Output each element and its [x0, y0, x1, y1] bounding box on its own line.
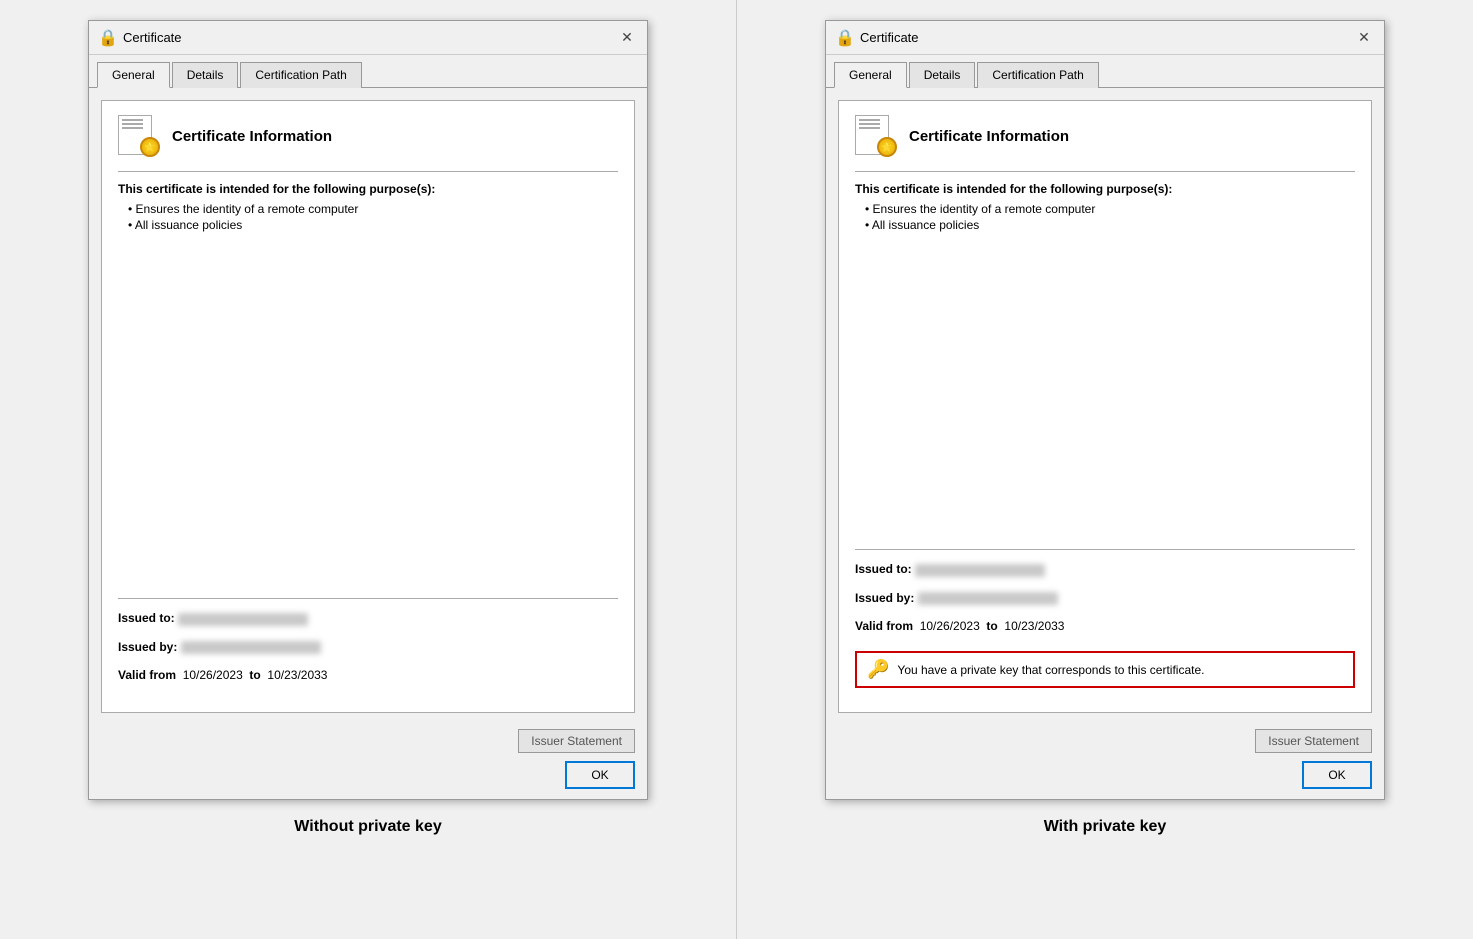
right-purpose-list: Ensures the identity of a remote compute… — [865, 202, 1355, 234]
left-valid-row: Valid from 10/26/2023 to 10/23/2033 — [118, 668, 618, 682]
left-cert-big-icon: ⭐ — [118, 115, 160, 157]
left-cert-info-title: Certificate Information — [172, 128, 332, 145]
key-icon: 🔑 — [867, 659, 889, 680]
right-issued-to-field: Issued to: — [855, 562, 1355, 576]
left-title-text: Certificate — [123, 30, 182, 45]
right-issued-by-label: Issued by: — [855, 591, 914, 605]
right-private-key-notice: 🔑 You have a private key that correspond… — [855, 651, 1355, 688]
left-valid-to-label: to — [249, 668, 260, 682]
right-issued-to-value — [915, 564, 1045, 577]
left-purpose-item-1: Ensures the identity of a remote compute… — [128, 202, 618, 216]
right-issuer-statement-button[interactable]: Issuer Statement — [1255, 729, 1372, 753]
right-tab-details[interactable]: Details — [909, 62, 976, 88]
right-panel: 🔒 Certificate ✕ General Details Certific… — [737, 0, 1473, 939]
left-cert-title-icon: 🔒 — [99, 29, 117, 47]
left-close-button[interactable]: ✕ — [615, 26, 639, 50]
right-caption: With private key — [1044, 818, 1167, 836]
left-dialog-bottom: Issuer Statement OK — [89, 721, 647, 799]
right-ok-button[interactable]: OK — [1302, 761, 1372, 789]
right-valid-to-label: to — [986, 619, 997, 633]
left-valid-from-label: Valid from — [118, 668, 176, 682]
left-issuer-row: Issuer Statement — [101, 729, 635, 753]
right-cert-info-title: Certificate Information — [909, 128, 1069, 145]
left-issued-by-label: Issued by: — [118, 640, 177, 654]
left-cert-dialog: 🔒 Certificate ✕ General Details Certific… — [88, 20, 648, 800]
left-purpose-heading: This certificate is intended for the fol… — [118, 182, 618, 196]
left-purpose-list: Ensures the identity of a remote compute… — [128, 202, 618, 234]
right-divider1 — [855, 171, 1355, 172]
left-cert-info-box: ⭐ Certificate Information This certifica… — [101, 100, 635, 713]
right-issued-to-label: Issued to: — [855, 562, 912, 576]
left-cert-medal: ⭐ — [140, 137, 160, 157]
right-valid-from-date: 10/26/2023 — [920, 619, 980, 633]
right-tab-general[interactable]: General — [834, 62, 907, 88]
left-issuer-statement-button[interactable]: Issuer Statement — [518, 729, 635, 753]
right-cert-dialog: 🔒 Certificate ✕ General Details Certific… — [825, 20, 1385, 800]
left-issued-by-value — [181, 641, 321, 654]
right-dialog-body: ⭐ Certificate Information This certifica… — [826, 88, 1384, 721]
main-container: 🔒 Certificate ✕ General Details Certific… — [0, 0, 1473, 939]
right-cert-big-icon: ⭐ — [855, 115, 897, 157]
right-tab-bar: General Details Certification Path — [826, 55, 1384, 88]
left-cert-header: ⭐ Certificate Information — [118, 115, 618, 157]
left-tab-details[interactable]: Details — [172, 62, 239, 88]
left-issued-to-field: Issued to: — [118, 611, 618, 625]
left-issued-to-value — [178, 613, 308, 626]
right-cert-medal: ⭐ — [877, 137, 897, 157]
right-close-button[interactable]: ✕ — [1352, 26, 1376, 50]
left-divider2 — [118, 598, 618, 599]
left-valid-to-date: 10/23/2033 — [267, 668, 327, 682]
left-title-bar: 🔒 Certificate ✕ — [89, 21, 647, 55]
right-valid-to-date: 10/23/2033 — [1004, 619, 1064, 633]
right-title-bar: 🔒 Certificate ✕ — [826, 21, 1384, 55]
left-tab-bar: General Details Certification Path — [89, 55, 647, 88]
left-ok-button[interactable]: OK — [565, 761, 635, 789]
right-issuer-row: Issuer Statement — [838, 729, 1372, 753]
right-purpose-item-2: All issuance policies — [865, 218, 1355, 232]
left-divider1 — [118, 171, 618, 172]
right-purpose-item-1: Ensures the identity of a remote compute… — [865, 202, 1355, 216]
left-issued-by-field: Issued by: — [118, 640, 618, 654]
right-valid-row: Valid from 10/26/2023 to 10/23/2033 — [855, 619, 1355, 633]
left-valid-from-date: 10/26/2023 — [183, 668, 243, 682]
right-purpose-heading: This certificate is intended for the fol… — [855, 182, 1355, 196]
left-issued-to-label: Issued to: — [118, 611, 175, 625]
left-panel: 🔒 Certificate ✕ General Details Certific… — [0, 0, 737, 939]
right-tab-cert-path[interactable]: Certification Path — [977, 62, 1098, 88]
right-dialog-bottom: Issuer Statement OK — [826, 721, 1384, 799]
right-issued-by-field: Issued by: — [855, 591, 1355, 605]
right-divider2 — [855, 549, 1355, 550]
right-cert-title-icon: 🔒 — [836, 29, 854, 47]
right-valid-from-label: Valid from — [855, 619, 913, 633]
left-ok-row: OK — [101, 761, 635, 789]
right-private-key-msg: You have a private key that corresponds … — [897, 663, 1204, 677]
left-tab-general[interactable]: General — [97, 62, 170, 88]
left-caption: Without private key — [294, 818, 441, 836]
right-issued-by-value — [918, 592, 1058, 605]
left-dialog-body: ⭐ Certificate Information This certifica… — [89, 88, 647, 721]
right-ok-row: OK — [838, 761, 1372, 789]
right-cert-info-box: ⭐ Certificate Information This certifica… — [838, 100, 1372, 713]
right-cert-header: ⭐ Certificate Information — [855, 115, 1355, 157]
left-purpose-item-2: All issuance policies — [128, 218, 618, 232]
left-tab-cert-path[interactable]: Certification Path — [240, 62, 361, 88]
right-title-text: Certificate — [860, 30, 919, 45]
